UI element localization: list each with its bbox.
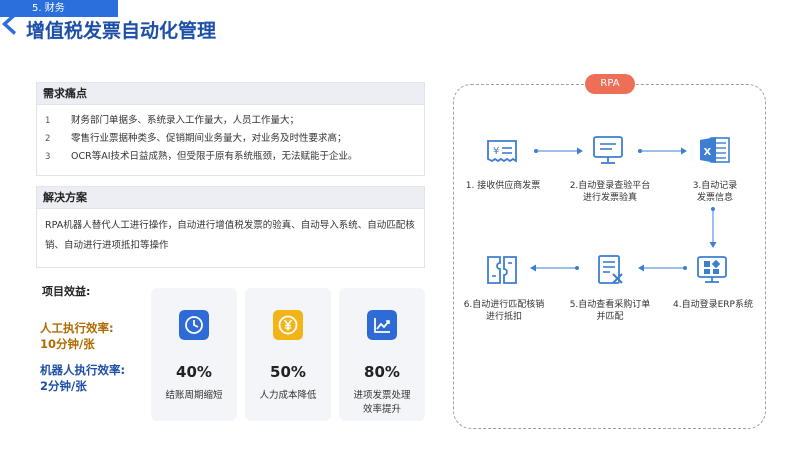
- monitor-login-icon: [593, 136, 623, 164]
- invoice-receipt-icon: ¥: [487, 140, 517, 163]
- item-text: 财务部门单据多、系统录入工作量大，人员工作量大；: [71, 115, 300, 126]
- trend-chart-icon: [367, 310, 397, 340]
- solution-panel: 解决方案 RPA机器人替代人工进行操作，自动进行增值税发票的验真、自动导入系统、…: [36, 186, 425, 268]
- step-label-line: 发票信息: [696, 193, 733, 203]
- benefit-desc: 结账周期缩短: [151, 389, 237, 403]
- pain-points-title: 需求痛点: [37, 83, 424, 105]
- svg-text:¥: ¥: [493, 146, 499, 157]
- puzzle-match-icon: [487, 256, 517, 284]
- step-label-line: 6.自动进行匹配核销: [463, 300, 545, 310]
- robot-efficiency: 机器人执行效率: 2分钟/张: [40, 362, 125, 394]
- solution-text: RPA机器人替代人工进行操作，自动进行增值税发票的验真、自动导入系统、自动匹配核…: [45, 220, 415, 251]
- step-label: 4.自动登录ERP系统: [668, 299, 758, 311]
- step-label: 5.自动查看采购订单 并匹配: [562, 299, 658, 323]
- chevron-left-icon: [2, 13, 16, 35]
- benefit-desc-line: 进项发票处理: [353, 390, 411, 401]
- rpa-badge: RPA: [585, 74, 635, 94]
- item-number: 3: [45, 152, 51, 162]
- step-label-line: 进行发票验真: [582, 193, 637, 203]
- clock-icon: [179, 310, 209, 340]
- robot-efficiency-value: 2分钟/张: [40, 379, 87, 393]
- step-label-line: 进行抵扣: [485, 312, 522, 322]
- step-label-line: 1. 接收供应商发票: [465, 181, 541, 191]
- benefit-desc-line: 人力成本降低: [259, 390, 317, 401]
- document-check-icon: [598, 255, 623, 284]
- benefit-card-efficiency: 80% 进项发票处理 效率提升: [339, 288, 425, 421]
- yuan-coin-icon: [273, 310, 303, 340]
- benefit-desc: 进项发票处理 效率提升: [339, 389, 425, 417]
- step-label-line: 3.自动记录: [692, 181, 738, 191]
- benefit-value: 50%: [270, 363, 306, 381]
- pain-points-panel: 需求痛点 1 财务部门单据多、系统录入工作量大，人员工作量大； 2 零售行业票据种类…: [36, 82, 425, 176]
- benefit-desc: 人力成本降低: [245, 389, 331, 403]
- benefit-value: 80%: [364, 363, 400, 381]
- benefits-title: 项目效益:: [42, 285, 91, 298]
- flow-arrow-right: [638, 147, 687, 155]
- flow-arrow-right: [534, 147, 583, 155]
- step-label-line: 2.自动登录查验平台: [569, 181, 651, 191]
- item-text: 零售行业票据种类多、促销期间业务量大，对业务及时性要求高；: [71, 133, 347, 144]
- flow-arrow-down: [709, 207, 717, 248]
- step-label: 2.自动登录查验平台 进行发票验真: [565, 180, 655, 204]
- step-label-line: 5.自动查看采购订单: [569, 300, 651, 310]
- step-label: 1. 接收供应商发票: [462, 180, 544, 192]
- item-number: 1: [45, 116, 51, 126]
- solution-title: 解决方案: [37, 187, 424, 209]
- svg-text:X: X: [704, 147, 712, 158]
- list-item: 3 OCR等AI技术日益成熟，但受限于原有系统瓶颈，无法赋能于企业。: [45, 148, 416, 166]
- pain-points-list: 1 财务部门单据多、系统录入工作量大，人员工作量大； 2 零售行业票据种类多、促销期…: [37, 105, 424, 166]
- item-text: OCR等AI技术日益成熟，但受限于原有系统瓶颈，无法赋能于企业。: [71, 151, 358, 162]
- step-label-line: 4.自动登录ERP系统: [673, 300, 753, 310]
- flow-arrow-left: [530, 264, 579, 272]
- list-item: 1 财务部门单据多、系统录入工作量大，人员工作量大；: [45, 112, 416, 130]
- benefit-card-cost: 50% 人力成本降低: [245, 288, 331, 421]
- benefit-value: 40%: [176, 363, 212, 381]
- excel-file-icon: X: [700, 137, 730, 163]
- human-efficiency-label: 人工执行效率:: [40, 321, 114, 335]
- robot-efficiency-label: 机器人执行效率:: [40, 363, 126, 377]
- step-label: 6.自动进行匹配核销 进行抵扣: [458, 299, 550, 323]
- section-tag: 5. 财务: [0, 0, 118, 17]
- benefit-card-cycle: 40% 结账周期缩短: [151, 288, 237, 421]
- benefit-desc-line: 结账周期缩短: [165, 390, 223, 401]
- human-efficiency: 人工执行效率: 10分钟/张: [40, 320, 114, 352]
- step-label: 3.自动记录 发票信息: [680, 180, 750, 204]
- benefit-desc-line: 效率提升: [362, 404, 401, 415]
- step-label-line: 并匹配: [596, 312, 624, 322]
- page-title: 增值税发票自动化管理: [26, 20, 217, 42]
- erp-dashboard-icon: [697, 256, 727, 283]
- flow-arrow-left: [638, 264, 687, 272]
- item-number: 2: [45, 134, 51, 144]
- list-item: 2 零售行业票据种类多、促销期间业务量大，对业务及时性要求高；: [45, 130, 416, 148]
- human-efficiency-value: 10分钟/张: [40, 337, 95, 351]
